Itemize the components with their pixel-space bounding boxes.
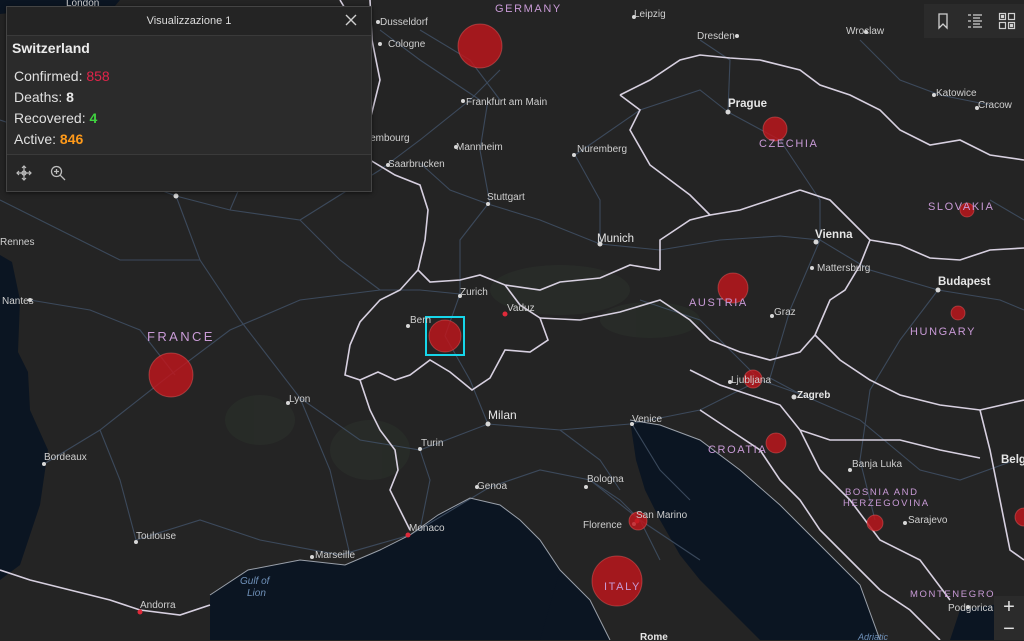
active-row: Active: 846	[12, 129, 366, 150]
city-label: Stuttgart	[487, 192, 525, 203]
active-label: Active:	[14, 131, 57, 147]
city-label: Nantes	[2, 296, 34, 307]
city-label: Bordeaux	[44, 452, 87, 463]
bubble-croatia[interactable]	[765, 432, 787, 454]
city-label: Venice	[632, 414, 662, 425]
bookmark-icon[interactable]	[934, 12, 952, 30]
city-label: Rome	[640, 632, 668, 640]
country-label: CZECHIA	[759, 138, 818, 150]
city-label: Bologna	[587, 474, 624, 485]
city-label: Monaco	[409, 523, 445, 534]
city-label: Munich	[597, 233, 634, 245]
active-value: 846	[59, 131, 84, 147]
recovered-row: Recovered: 4	[12, 108, 366, 129]
zoom-control: + −	[994, 596, 1024, 640]
bubble-france[interactable]	[148, 352, 194, 398]
deaths-value: 8	[66, 89, 74, 105]
close-icon[interactable]	[343, 12, 359, 28]
city-label: Rennes	[0, 237, 34, 248]
country-label: CROATIA	[708, 444, 767, 456]
bubble-switzerland[interactable]	[428, 319, 462, 353]
city-label: Lyon	[289, 394, 310, 405]
city-label: Belgrade	[1001, 454, 1024, 466]
city-label: Mannheim	[456, 142, 503, 153]
recovered-label: Recovered:	[14, 110, 86, 126]
city-label: Podgorica	[948, 603, 993, 614]
country-label: HERZEGOVINA	[843, 498, 930, 509]
popup-actions	[7, 154, 371, 191]
bubble-bosnia[interactable]	[866, 514, 884, 532]
country-label: HUNGARY	[910, 326, 976, 338]
deaths-row: Deaths: 8	[12, 87, 366, 108]
city-label: Nuremberg	[577, 144, 627, 155]
move-icon[interactable]	[15, 164, 33, 182]
city-label: Genoa	[477, 481, 507, 492]
confirmed-value: 858	[86, 68, 110, 84]
country-label: MONTENEGRO	[910, 589, 995, 600]
city-label: Toulouse	[136, 531, 176, 542]
sea-label: Lion	[247, 588, 266, 599]
city-label: Sarajevo	[908, 515, 948, 526]
city-label: Marseille	[315, 550, 355, 561]
country-label: ITALY	[604, 581, 641, 593]
city-label: Budapest	[938, 276, 991, 288]
city-label: Katowice	[936, 88, 977, 99]
city-label: Bern	[410, 315, 431, 326]
city-label: Vienna	[815, 229, 853, 241]
country-label: AUSTRIA	[689, 297, 748, 309]
zoom-to-icon[interactable]	[49, 164, 67, 182]
map-widgets	[924, 4, 1024, 38]
city-label: Banja Luka	[852, 459, 902, 470]
country-label: SLOVAKIA	[928, 201, 994, 213]
city-label: Prague	[728, 98, 767, 110]
city-label: Florence	[583, 520, 622, 531]
legend-list-icon[interactable]	[966, 12, 984, 30]
city-label: Dresden	[697, 31, 735, 42]
popup-title: Switzerland	[12, 40, 90, 56]
zoom-out-button[interactable]: −	[994, 618, 1024, 640]
city-label: Leipzig	[634, 9, 666, 20]
country-label: FRANCE	[147, 329, 215, 344]
confirmed-label: Confirmed:	[14, 68, 83, 84]
deaths-label: Deaths:	[14, 89, 63, 105]
city-label: Cologne	[388, 39, 426, 50]
bubble-germany[interactable]	[457, 23, 503, 69]
country-label: GERMANY	[495, 3, 562, 15]
bubble-hungary[interactable]	[950, 305, 966, 321]
city-label: Milan	[488, 408, 517, 422]
city-label: Cracow	[978, 100, 1013, 111]
city-label: Wroclaw	[846, 26, 885, 37]
popup-body: Switzerland Confirmed: 858 Deaths: 8 Rec…	[7, 36, 371, 154]
sea-label: Gulf of	[240, 576, 271, 587]
city-label: Vaduz	[507, 303, 535, 314]
city-label: Mattersburg	[817, 263, 870, 274]
city-label: Graz	[774, 307, 796, 318]
popup-header: Visualizzazione 1	[7, 7, 371, 36]
city-label: Andorra	[140, 600, 176, 611]
recovered-value: 4	[89, 110, 98, 126]
city-label: Frankfurt am Main	[466, 97, 547, 108]
city-label: Ljubljana	[731, 375, 771, 386]
basemap-gallery-icon[interactable]	[998, 12, 1016, 30]
city-label: Zagreb	[797, 390, 830, 401]
sea-label: Adriatic	[857, 632, 889, 640]
city-label: San Marino	[636, 510, 688, 521]
popup-header-title: Visualizzazione 1	[146, 15, 232, 27]
city-label: Zurich	[460, 287, 488, 298]
feature-popup: Visualizzazione 1 Switzerland Confirmed:…	[6, 6, 372, 192]
city-label: Saarbrucken	[388, 159, 445, 170]
country-label: BOSNIA AND	[845, 487, 919, 498]
zoom-in-button[interactable]: +	[994, 596, 1024, 618]
confirmed-row: Confirmed: 858	[12, 66, 366, 87]
city-label: Dusseldorf	[380, 17, 428, 28]
city-label: Turin	[421, 438, 443, 449]
